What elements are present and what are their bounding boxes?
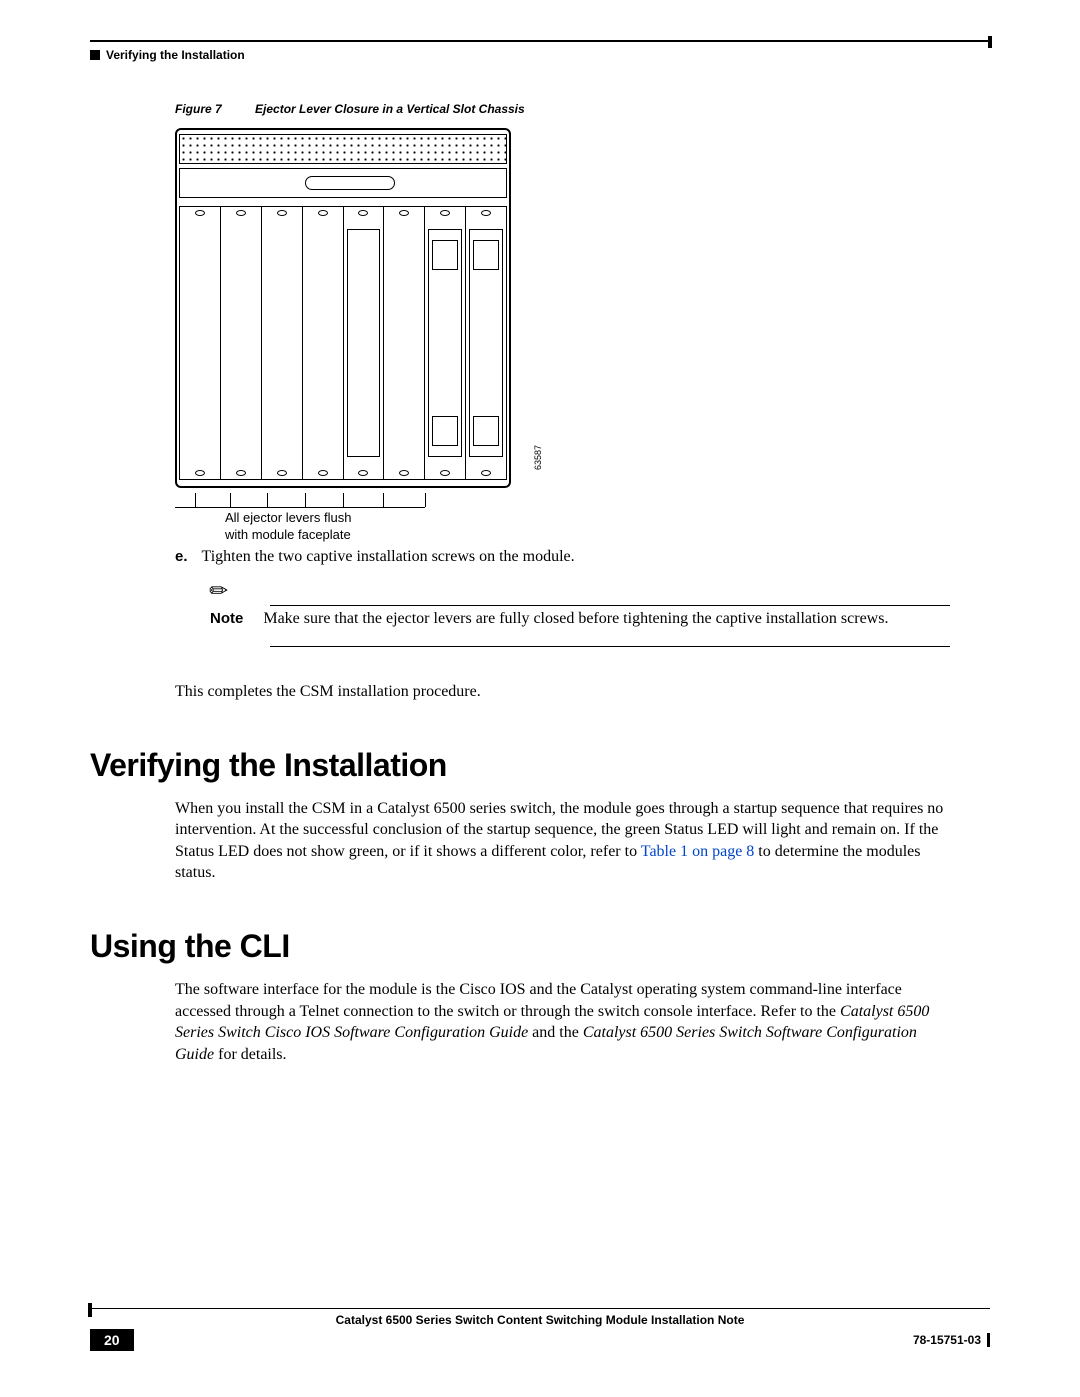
footer-doc-title: Catalyst 6500 Series Switch Content Swit… — [90, 1309, 990, 1327]
step-e: e. Tighten the two captive installation … — [175, 548, 990, 566]
figure-label: Figure 7 — [175, 102, 222, 116]
step-text: Tighten the two captive installation scr… — [202, 548, 575, 566]
figure-callout-text: All ejector levers flush with module fac… — [225, 510, 351, 544]
callout-line-2: with module faceplate — [225, 527, 351, 542]
figure-caption: Figure 7 Ejector Lever Closure in a Vert… — [175, 102, 990, 116]
note-block: ✎ Note Make sure that the ejector levers… — [210, 580, 950, 647]
running-title: Verifying the Installation — [106, 48, 245, 62]
cli-paragraph: The software interface for the module is… — [175, 979, 950, 1065]
callout-line-1: All ejector levers flush — [225, 510, 351, 525]
verifying-paragraph: When you install the CSM in a Catalyst 6… — [175, 798, 950, 884]
cli-mid: and the — [528, 1024, 583, 1041]
header-rule — [90, 40, 990, 42]
running-header: Verifying the Installation — [90, 48, 990, 62]
table-link[interactable]: Table 1 on page 8 — [641, 843, 755, 860]
cli-text-a: The software interface for the module is… — [175, 981, 902, 1020]
heading-verifying: Verifying the Installation — [90, 747, 990, 784]
note-label: Note — [210, 610, 243, 628]
cli-text-b: for details. — [214, 1046, 286, 1063]
footer-bar-icon — [987, 1333, 990, 1347]
page-number: 20 — [90, 1329, 134, 1351]
chassis-drawing — [175, 128, 511, 488]
document-number: 78-15751-03 — [913, 1333, 990, 1347]
step-letter: e. — [175, 548, 188, 566]
header-square-icon — [90, 50, 100, 60]
page-footer: Catalyst 6500 Series Switch Content Swit… — [90, 1308, 990, 1351]
heading-using-cli: Using the CLI — [90, 928, 990, 965]
figure-illustration: 63587 All ejector levers flush with modu… — [175, 128, 525, 488]
completion-paragraph: This completes the CSM installation proc… — [175, 681, 950, 703]
figure-ref-number: 63587 — [533, 445, 543, 470]
note-text: Make sure that the ejector levers are fu… — [263, 610, 888, 628]
note-pencil-icon: ✎ — [210, 580, 250, 603]
figure-title: Ejector Lever Closure in a Vertical Slot… — [255, 102, 525, 116]
callout-lines — [175, 488, 425, 508]
